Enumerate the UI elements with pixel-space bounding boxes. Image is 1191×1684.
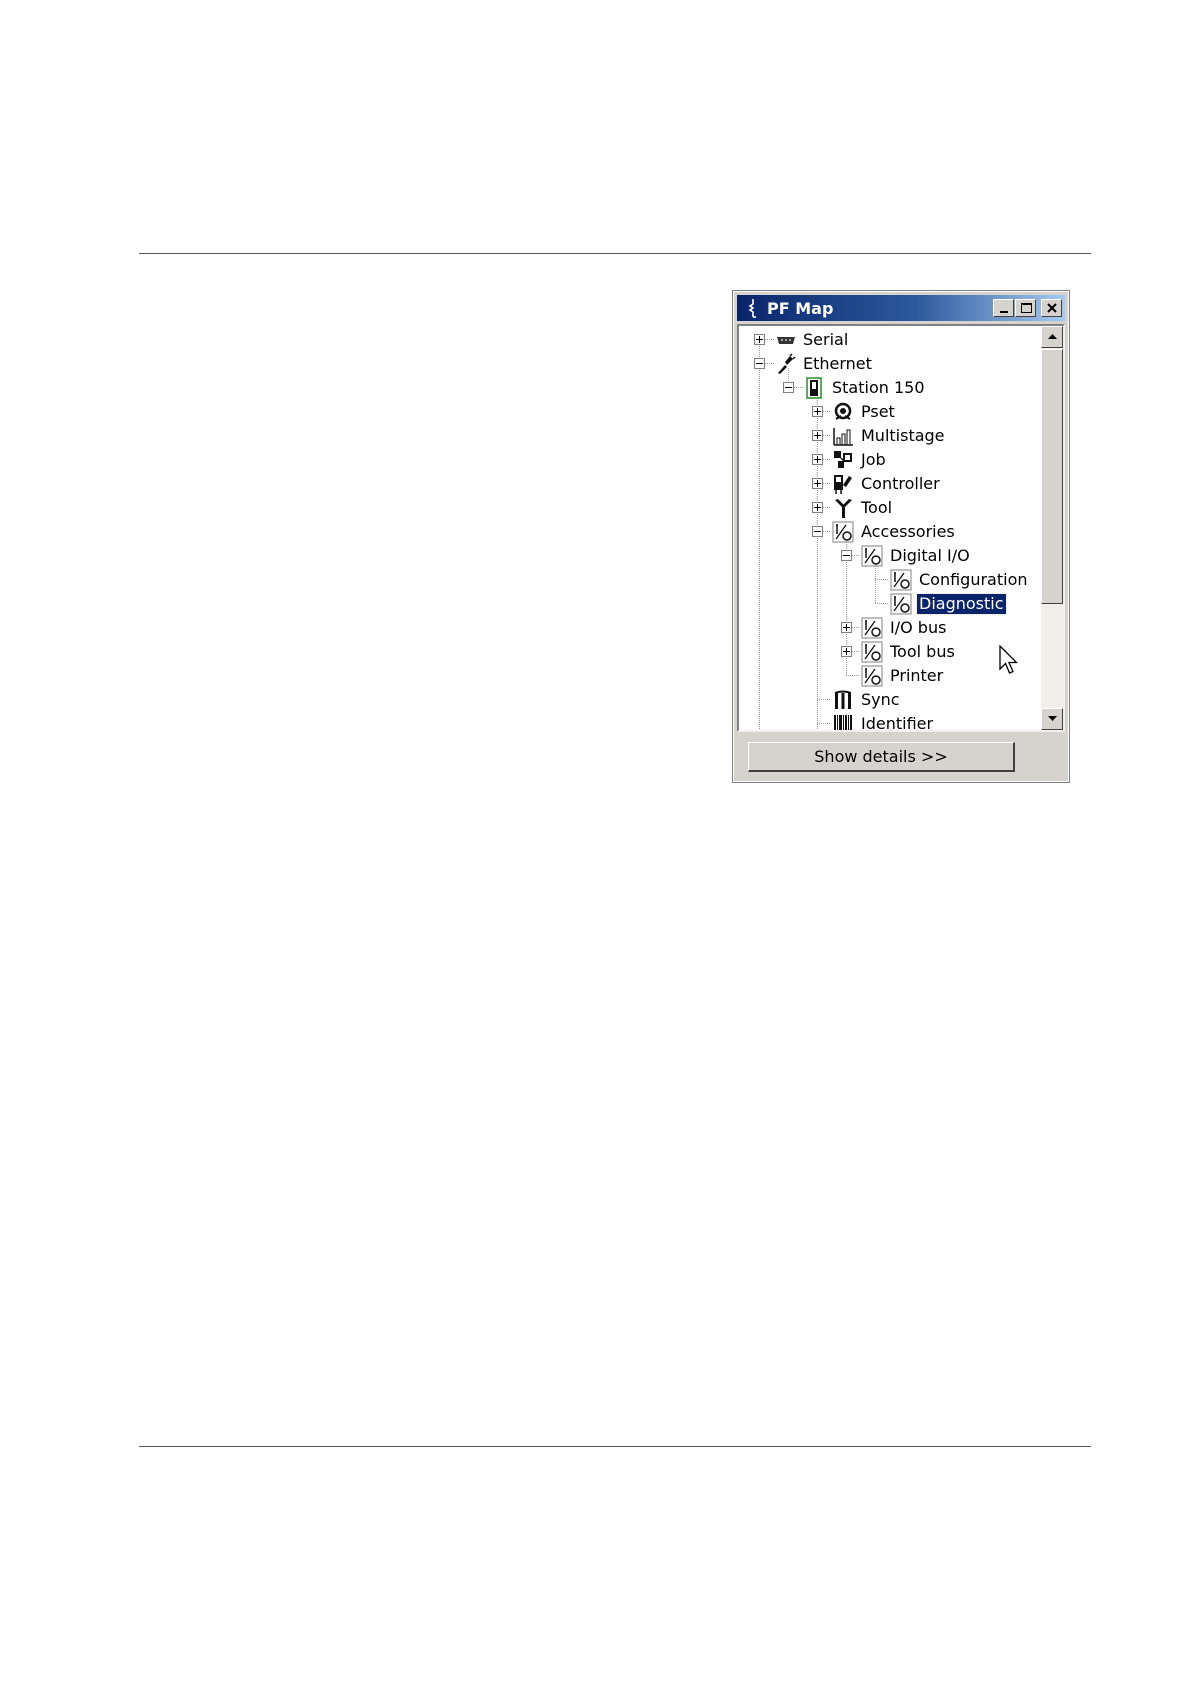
job-icon xyxy=(834,451,852,468)
window-title: PF Map xyxy=(767,299,834,318)
maximize-icon xyxy=(1021,303,1032,313)
multistage-icon xyxy=(833,428,853,446)
minus-icon xyxy=(785,387,792,388)
close-icon xyxy=(1047,303,1057,313)
tree-item-configuration[interactable]: Configuration xyxy=(917,570,1030,590)
tree-item-sync[interactable]: Sync xyxy=(859,690,902,710)
job-expander[interactable] xyxy=(812,454,823,465)
plus-icon xyxy=(814,408,821,415)
controller-icon xyxy=(834,475,852,494)
io-icon xyxy=(861,641,883,663)
minus-icon xyxy=(814,531,821,532)
ethernet-expander[interactable] xyxy=(754,358,765,369)
title-bar[interactable]: PF Map xyxy=(737,295,1065,321)
minus-icon xyxy=(756,363,763,364)
scrollbar-thumb[interactable] xyxy=(1041,349,1063,604)
tree-item-diagnostic[interactable]: Diagnostic xyxy=(916,593,1007,615)
pset-expander[interactable] xyxy=(812,406,823,417)
io-icon xyxy=(861,545,883,567)
tree-item-pset[interactable]: Pset xyxy=(859,402,897,422)
minus-icon xyxy=(843,555,850,556)
plus-icon xyxy=(814,456,821,463)
pf-map-window: PF Map Serial Ethernet Station 150 Pset … xyxy=(732,290,1070,783)
plus-icon xyxy=(843,624,850,631)
arrow-up-icon xyxy=(1048,334,1057,339)
tree-item-job[interactable]: Job xyxy=(859,450,888,470)
tree-item-io-bus[interactable]: I/O bus xyxy=(888,618,948,638)
tree-item-identifier[interactable]: Identifier xyxy=(859,714,935,730)
scroll-up-button[interactable] xyxy=(1041,326,1063,348)
tree-item-tool[interactable]: Tool xyxy=(859,498,894,518)
controller-expander[interactable] xyxy=(812,478,823,489)
accessories-expander[interactable] xyxy=(812,526,823,537)
vertical-scrollbar[interactable] xyxy=(1041,326,1063,730)
ethernet-icon xyxy=(778,353,796,374)
io-icon xyxy=(861,617,883,639)
tree-item-digital-io[interactable]: Digital I/O xyxy=(888,546,972,566)
bottom-rule xyxy=(139,1446,1091,1447)
tree-item-station-150[interactable]: Station 150 xyxy=(830,378,927,398)
digital-io-expander[interactable] xyxy=(841,550,852,561)
close-button[interactable] xyxy=(1041,299,1062,317)
io-bus-expander[interactable] xyxy=(841,622,852,633)
tool-bus-expander[interactable] xyxy=(841,646,852,657)
station-150-expander[interactable] xyxy=(783,382,794,393)
io-icon xyxy=(890,593,912,615)
io-icon xyxy=(861,665,883,687)
tool-icon xyxy=(835,499,852,518)
tool-expander[interactable] xyxy=(812,502,823,513)
show-details-button[interactable]: Show details >> xyxy=(748,742,1015,772)
multistage-expander[interactable] xyxy=(812,430,823,441)
mouse-cursor-icon xyxy=(999,645,1019,674)
tree-content: Serial Ethernet Station 150 Pset Multist… xyxy=(739,326,1041,730)
tree-view[interactable]: Serial Ethernet Station 150 Pset Multist… xyxy=(737,324,1065,732)
tree-item-accessories[interactable]: Accessories xyxy=(859,522,957,542)
app-icon xyxy=(748,299,756,318)
tree-item-printer[interactable]: Printer xyxy=(888,666,945,686)
io-icon xyxy=(890,569,912,591)
scroll-down-button[interactable] xyxy=(1041,708,1063,730)
station-icon xyxy=(806,377,822,399)
tree-item-multistage[interactable]: Multistage xyxy=(859,426,947,446)
sync-icon xyxy=(834,690,852,709)
minimize-icon xyxy=(1000,311,1008,313)
barcode-icon xyxy=(834,715,852,730)
maximize-button[interactable] xyxy=(1015,299,1036,317)
serial-port-icon xyxy=(777,337,795,344)
plus-icon xyxy=(814,504,821,511)
tree-item-controller[interactable]: Controller xyxy=(859,474,942,494)
tree-item-tool-bus[interactable]: Tool bus xyxy=(888,642,957,662)
serial-expander[interactable] xyxy=(754,334,765,345)
arrow-down-icon xyxy=(1048,716,1057,721)
tree-item-ethernet[interactable]: Ethernet xyxy=(801,354,874,374)
tree-item-serial[interactable]: Serial xyxy=(801,330,850,350)
plus-icon xyxy=(756,336,763,343)
plus-icon xyxy=(814,480,821,487)
top-rule xyxy=(139,253,1091,254)
plus-icon xyxy=(843,648,850,655)
plus-icon xyxy=(814,432,821,439)
io-icon xyxy=(832,521,854,543)
pset-icon xyxy=(834,402,852,420)
minimize-button[interactable] xyxy=(993,299,1014,317)
